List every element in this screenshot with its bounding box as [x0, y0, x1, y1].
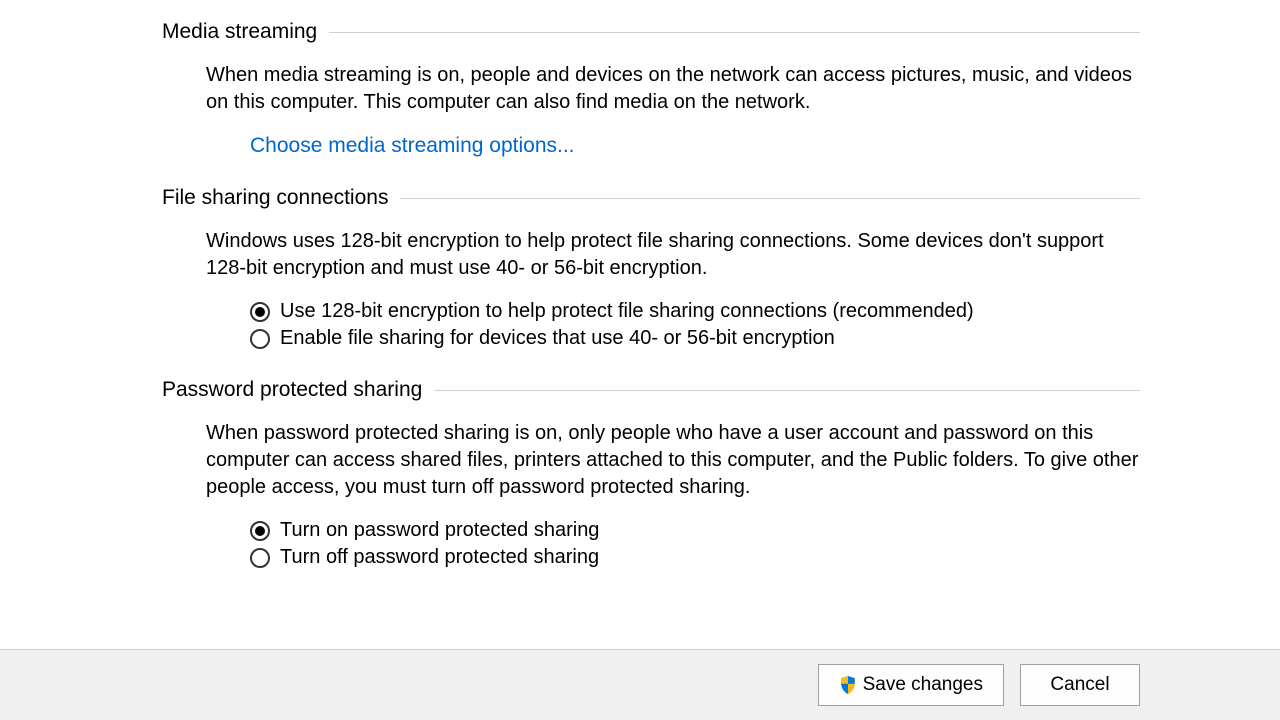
group-title: Media streaming: [162, 20, 329, 44]
settings-panel: Media streaming When media streaming is …: [0, 0, 1280, 649]
radio-label: Use 128-bit encryption to help protect f…: [280, 300, 974, 323]
radio-label: Turn on password protected sharing: [280, 519, 599, 542]
radio-label: Turn off password protected sharing: [280, 546, 599, 569]
file-sharing-desc: Windows uses 128-bit encryption to help …: [206, 228, 1140, 282]
divider: [329, 32, 1140, 33]
password-desc: When password protected sharing is on, o…: [206, 420, 1140, 501]
link-row: Choose media streaming options...: [250, 134, 1140, 158]
button-label: Save changes: [863, 674, 983, 696]
radio-label: Enable file sharing for devices that use…: [280, 327, 835, 350]
radio-indicator: [250, 329, 270, 349]
encryption-radio-group: Use 128-bit encryption to help protect f…: [250, 300, 1140, 350]
radio-indicator: [250, 521, 270, 541]
uac-shield-icon: [839, 676, 857, 694]
radio-40-56bit[interactable]: Enable file sharing for devices that use…: [250, 327, 1140, 350]
password-radio-group: Turn on password protected sharing Turn …: [250, 519, 1140, 569]
choose-media-streaming-link[interactable]: Choose media streaming options...: [250, 134, 575, 157]
divider: [434, 390, 1140, 391]
divider: [400, 198, 1140, 199]
group-media-streaming: Media streaming When media streaming is …: [162, 20, 1140, 158]
dialog-footer: Save changes Cancel: [0, 649, 1280, 720]
radio-128bit[interactable]: Use 128-bit encryption to help protect f…: [250, 300, 1140, 323]
cancel-button[interactable]: Cancel: [1020, 664, 1140, 706]
group-title: Password protected sharing: [162, 378, 434, 402]
group-title: File sharing connections: [162, 186, 400, 210]
group-header: Password protected sharing: [162, 378, 1140, 402]
group-header: File sharing connections: [162, 186, 1140, 210]
button-label: Cancel: [1050, 674, 1109, 696]
radio-indicator: [250, 302, 270, 322]
save-changes-button[interactable]: Save changes: [818, 664, 1004, 706]
radio-indicator: [250, 548, 270, 568]
group-header: Media streaming: [162, 20, 1140, 44]
media-desc: When media streaming is on, people and d…: [206, 62, 1140, 116]
group-file-sharing: File sharing connections Windows uses 12…: [162, 186, 1140, 350]
radio-password-off[interactable]: Turn off password protected sharing: [250, 546, 1140, 569]
group-password-sharing: Password protected sharing When password…: [162, 378, 1140, 569]
radio-password-on[interactable]: Turn on password protected sharing: [250, 519, 1140, 542]
